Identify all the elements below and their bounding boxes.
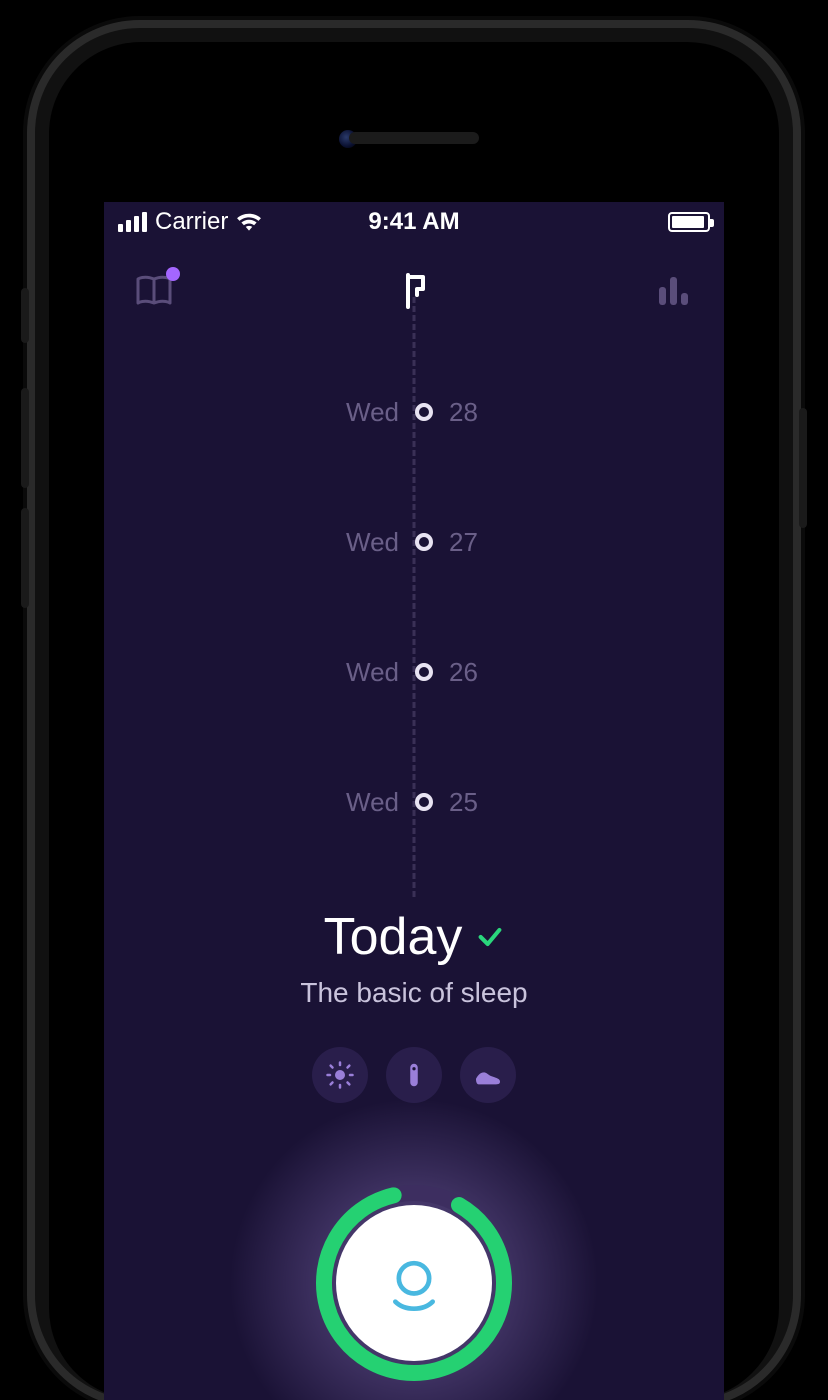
main-action-button[interactable] (336, 1205, 492, 1361)
phone-bezel: Carrier 9:41 AM (49, 42, 779, 1400)
bottom-action-area (104, 1153, 724, 1400)
timeline-dot-icon (415, 533, 433, 551)
mute-switch (21, 288, 29, 343)
power-button (799, 408, 807, 528)
timeline-item[interactable]: Wed 25 (104, 737, 724, 867)
volume-down-button (21, 508, 29, 608)
timeline-dot-icon (415, 663, 433, 681)
nav-journal-button[interactable] (134, 269, 176, 311)
bars-icon (652, 269, 694, 311)
timeline-date-label: 27 (449, 527, 489, 558)
timeline-day-label: Wed (339, 787, 399, 818)
category-pills (104, 1047, 724, 1103)
status-right (513, 212, 710, 232)
timeline-day-label: Wed (339, 657, 399, 688)
status-left: Carrier (118, 208, 315, 236)
nav-stats-button[interactable] (652, 269, 694, 311)
today-heading: Today (324, 907, 505, 967)
phone-frame: Carrier 9:41 AM (35, 28, 793, 1400)
timeline-dot-icon (415, 403, 433, 421)
timeline-date-label: 26 (449, 657, 489, 688)
category-light-button[interactable] (312, 1047, 368, 1103)
timeline-item[interactable]: Wed 26 (104, 607, 724, 737)
category-activity-button[interactable] (460, 1047, 516, 1103)
timeline-item[interactable]: Wed 27 (104, 477, 724, 607)
timeline-item[interactable]: Wed 28 (104, 347, 724, 477)
shoe-icon (472, 1059, 504, 1091)
notification-dot (166, 267, 180, 281)
wifi-icon (236, 212, 262, 232)
clock-label: 9:41 AM (315, 208, 512, 236)
earpiece-speaker (349, 132, 479, 144)
timeline-date-label: 25 (449, 787, 489, 818)
volume-up-button (21, 388, 29, 488)
timeline-day-label: Wed (339, 397, 399, 428)
progress-ring (314, 1183, 514, 1383)
signal-icon (118, 212, 147, 232)
sun-icon (325, 1060, 355, 1090)
today-subtitle: The basic of sleep (104, 977, 724, 1009)
check-icon (476, 923, 504, 951)
category-device-button[interactable] (386, 1047, 442, 1103)
timeline: Wed 28 Wed 27 Wed 26 Wed 25 (104, 347, 724, 867)
timeline-date-label: 28 (449, 397, 489, 428)
carrier-label: Carrier (155, 208, 228, 236)
today-title-text: Today (324, 907, 463, 967)
timeline-dot-icon (415, 793, 433, 811)
battery-icon (668, 212, 710, 232)
today-section: Today The basic of sleep (104, 907, 724, 1103)
device-icon (399, 1060, 429, 1090)
sleep-orb-icon (379, 1248, 449, 1318)
screen: Carrier 9:41 AM (104, 202, 724, 1400)
timeline-day-label: Wed (339, 527, 399, 558)
status-bar: Carrier 9:41 AM (104, 202, 724, 242)
